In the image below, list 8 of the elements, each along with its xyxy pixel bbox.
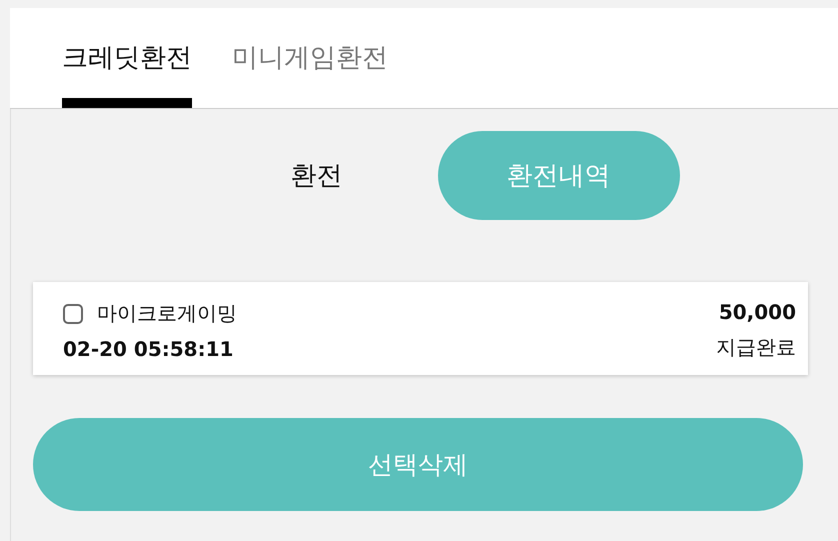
record-status: 지급완료 <box>716 334 796 361</box>
tab[interactable]: 미니게임환전 <box>232 8 388 108</box>
record-time: 02-20 05:58:11 <box>63 337 234 361</box>
record-amount: 50,000 <box>718 300 796 324</box>
segment-button[interactable]: 환전 <box>196 131 438 220</box>
tab[interactable]: 크레딧환전 <box>62 8 192 108</box>
checkbox[interactable] <box>63 304 83 324</box>
record-name: 마이크로게이밍 <box>97 300 237 327</box>
